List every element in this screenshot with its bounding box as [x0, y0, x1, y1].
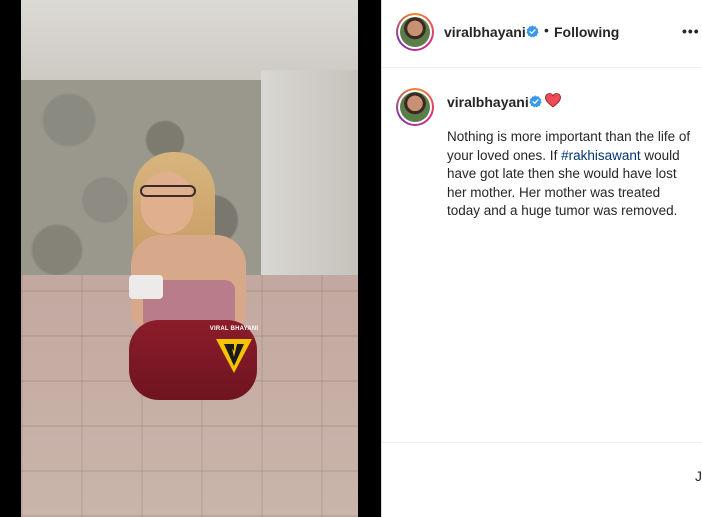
red-heart-icon	[545, 93, 561, 108]
viral-bhayani-logo-icon	[216, 339, 252, 373]
watermark: VIRAL BHAYANI	[209, 326, 259, 378]
post-media[interactable]: VIRAL BHAYANI	[0, 0, 381, 517]
video-scene-wall	[21, 0, 358, 80]
follow-separator: •	[544, 22, 549, 38]
hashtag-link[interactable]: #rakhisawant	[561, 148, 641, 163]
verified-badge-icon	[529, 95, 542, 108]
cut-off-text: J	[695, 468, 702, 484]
video-person-mask	[129, 275, 163, 299]
verified-badge-icon	[526, 25, 539, 38]
post-video[interactable]: VIRAL BHAYANI	[21, 0, 358, 517]
watermark-text: VIRAL BHAYANI	[209, 326, 259, 332]
caption-text: Nothing is more important than the life …	[447, 128, 692, 221]
caption-author-username-link[interactable]: viralbhayani	[447, 94, 529, 110]
more-options-icon[interactable]: •••	[682, 23, 700, 39]
author-avatar[interactable]	[396, 13, 434, 51]
caption-author-avatar[interactable]	[396, 88, 434, 126]
following-button[interactable]: Following	[554, 24, 619, 40]
author-username-link[interactable]: viralbhayani	[444, 24, 526, 40]
comments-divider	[382, 442, 702, 443]
video-scene-plaster-wall	[261, 70, 358, 280]
video-person-face	[141, 172, 193, 234]
video-person-glasses	[140, 185, 196, 197]
post-header: viralbhayani • Following •••	[382, 0, 702, 68]
panel-divider	[381, 0, 382, 517]
